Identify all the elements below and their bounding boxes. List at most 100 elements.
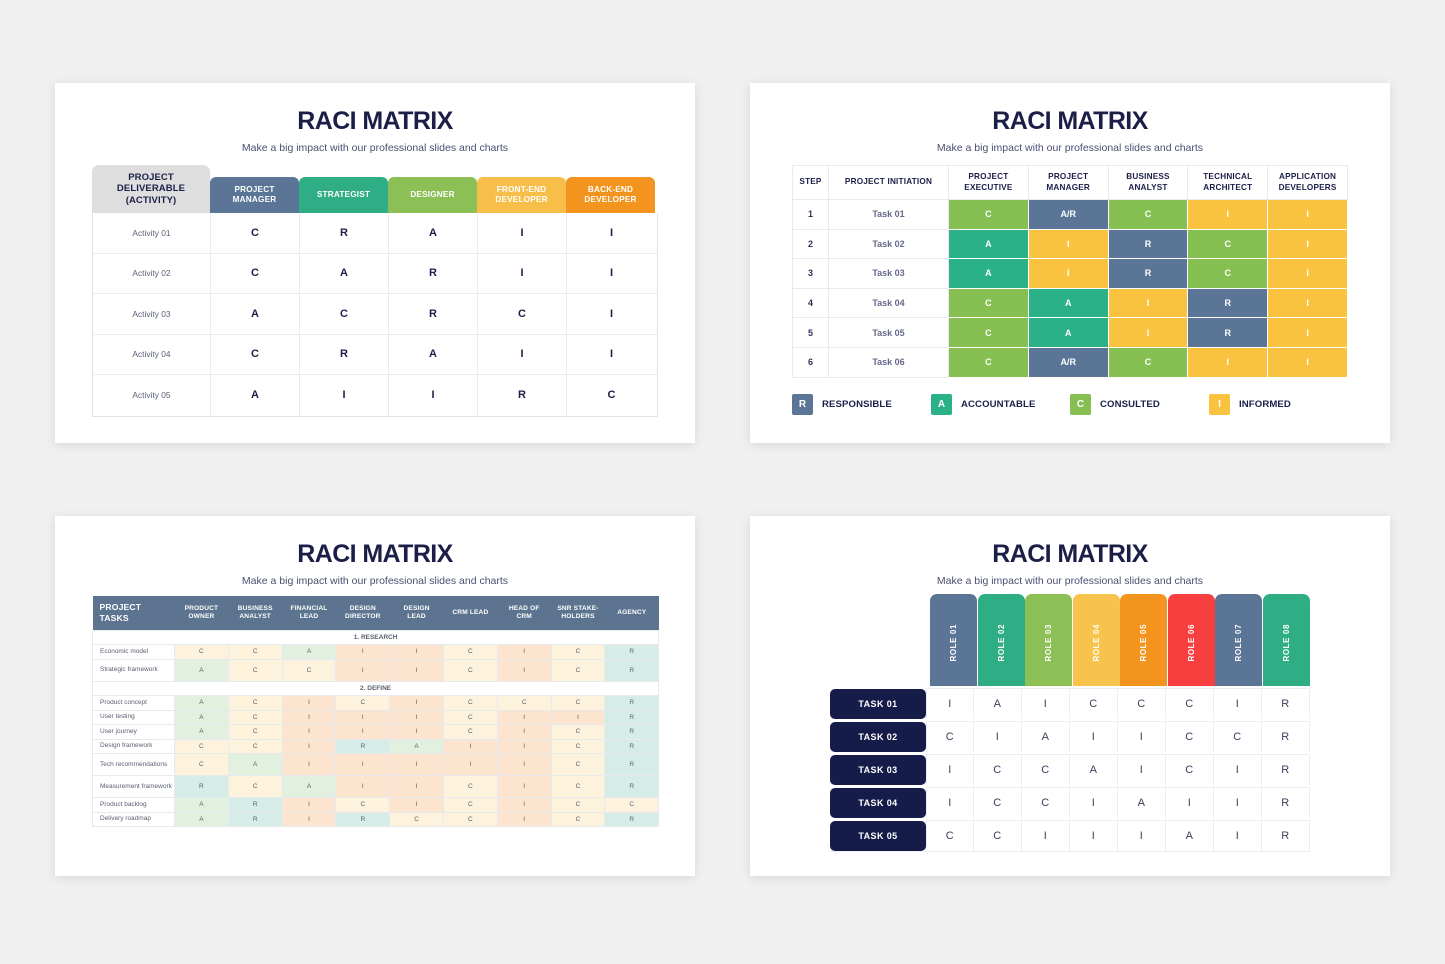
cell-r1-c8: R	[1262, 689, 1310, 719]
column-header-5[interactable]: DESIGN DIRECTOR	[335, 596, 390, 630]
cell-s1-r2-c9: R	[604, 658, 660, 682]
cell-s1-r1-c5: I	[389, 644, 444, 660]
column-header-10[interactable]: AGENCY	[604, 596, 659, 630]
role-header-8[interactable]: ROLE 08	[1262, 594, 1310, 686]
cell-r5-c2: C	[974, 821, 1022, 851]
cell-s2-r6-c2: C	[227, 775, 283, 798]
column-header-3[interactable]: BUSINESS ANALYST	[228, 596, 283, 630]
legend-swatch-c: C	[1070, 393, 1091, 415]
cell-r5-c1: C	[926, 821, 974, 851]
slide-bottom-right[interactable]: RACI MATRIX Make a big impact with our p…	[750, 516, 1390, 876]
cell-r4-c4: R	[1187, 287, 1269, 319]
cell-s2-r4-c5: A	[389, 738, 444, 754]
column-header-6[interactable]: DESIGN LEAD	[389, 596, 444, 630]
cell-s2-r2-c1: A	[174, 709, 229, 725]
step-number: 2	[792, 228, 829, 260]
cell-r1-c3: I	[1022, 689, 1070, 719]
table-row: 4 Task 04 C A I R I	[792, 287, 1348, 319]
column-header-8[interactable]: HEAD OF CRM	[497, 596, 552, 630]
cell-s2-r3-c7: I	[496, 724, 552, 740]
cell-s2-r2-c9: R	[604, 709, 660, 725]
cell-r4-c5: I	[609, 348, 614, 361]
table-header-row: PROJECT DELIVERABLE (ACTIVITY) PROJECT MANA…	[92, 165, 658, 213]
legend-swatch-i: I	[1209, 393, 1230, 415]
cell-s1-r1-c4: I	[335, 644, 391, 660]
column-header-4[interactable]: FINANCIAL LEAD	[282, 596, 336, 630]
role-header-4[interactable]: ROLE 04	[1072, 594, 1120, 686]
page-subtitle: Make a big impact with our professional …	[936, 575, 1204, 587]
cell-r3-c1: I	[926, 755, 974, 785]
cell-s2-r6-c7: I	[496, 775, 552, 798]
cell-r2-c6: C	[1166, 722, 1214, 752]
cell-r1-c7: I	[1214, 689, 1262, 719]
cell-r5-c3: I	[1022, 821, 1070, 851]
cell-r5-c8: R	[1262, 821, 1310, 851]
cell-s2-r2-c3: I	[281, 709, 337, 725]
column-header-4[interactable]: PROJECT MANAGER	[1027, 165, 1109, 200]
row-label: Product concept	[92, 695, 175, 711]
row-label: Activity 02	[93, 253, 211, 293]
raci-table-roles: ROLE 01 ROLE 02 ROLE 03 ROLE 04 ROLE 05 ROLE …	[830, 594, 1310, 852]
cell-s2-r3-c8: C	[550, 724, 606, 740]
role-header-2[interactable]: ROLE 02	[977, 594, 1025, 686]
slide-top-left[interactable]: RACI MATRIX Make a big impact with our p…	[55, 83, 695, 443]
cell-r2-c5: I	[1118, 722, 1166, 752]
row-label: Measurement framework	[92, 775, 175, 798]
column-header-7[interactable]: APPLICATION DEVELOPERS	[1267, 165, 1348, 200]
column-header-1[interactable]: PROJECT MANAGER	[210, 177, 299, 213]
slide-deck-canvas: RACI MATRIX Make a big impact with our p…	[0, 0, 1445, 964]
role-header-3[interactable]: ROLE 03	[1025, 594, 1072, 686]
column-header-7[interactable]: CRM LEAD	[443, 596, 498, 630]
cell-r1-c6: C	[1166, 689, 1214, 719]
column-header-6[interactable]: TECHNICAL ARCHITECT	[1187, 165, 1269, 200]
task-label[interactable]: TASK 05	[830, 820, 926, 851]
task-label[interactable]: TASK 01	[830, 688, 926, 719]
column-header-2[interactable]: PRODUCT OWNER	[174, 596, 229, 630]
column-header-4[interactable]: FRONT-END DEVELOPER	[477, 177, 566, 213]
task-label[interactable]: TASK 04	[830, 787, 926, 818]
column-header-2[interactable]: PROJECT INITIATION	[828, 165, 949, 200]
cell-s2-r7-c1: A	[174, 797, 229, 813]
cell-s2-r6-c3: A	[281, 775, 337, 798]
column-header-2[interactable]: STRATEGIST	[299, 177, 388, 213]
cell-r4-c6: I	[1166, 788, 1214, 818]
column-header-5[interactable]: BACK-END DEVELOPER	[566, 177, 655, 213]
table-row: TASK 04 I C C I A I I R	[830, 787, 1310, 818]
table-row: 3 Task 03 A I R C I	[792, 258, 1348, 289]
task-label[interactable]: TASK 02	[830, 721, 926, 752]
slide-top-right[interactable]: RACI MATRIX Make a big impact with our p…	[750, 83, 1390, 443]
step-number: 4	[792, 287, 829, 319]
cell-s2-r8-c9: R	[604, 811, 660, 827]
table-row: TASK 02 C I A I I C C R	[830, 721, 1310, 752]
row-cells: ICCAICIR	[926, 754, 1310, 785]
cell-r2-c7: C	[1214, 722, 1262, 752]
column-header-9[interactable]: SNR STAKE- HOLDERS	[551, 596, 605, 630]
cell-s2-r7-c6: C	[442, 797, 498, 813]
column-header-1[interactable]: STEP	[792, 165, 829, 200]
cell-s1-r1-c9: R	[604, 644, 660, 660]
column-header-5[interactable]: BUSINESS ANALYST	[1107, 165, 1189, 200]
cell-r2-c3: A	[1022, 722, 1070, 752]
column-header-3[interactable]: PROJECT EXECUTIVE	[948, 165, 1029, 200]
task-name: Task 06	[828, 346, 949, 378]
role-header-5[interactable]: ROLE 05	[1120, 594, 1167, 686]
cell-r5-c2: I	[300, 375, 389, 416]
cell-r5-c1: A	[211, 375, 300, 416]
task-label[interactable]: TASK 03	[830, 754, 926, 785]
table-row: 1 Task 01 C A/R C I I	[792, 199, 1348, 230]
cell-r5-c4: I	[1070, 821, 1118, 851]
role-header-7[interactable]: ROLE 07	[1215, 594, 1262, 686]
table-row: User journey A C I I I C I C R	[92, 724, 660, 740]
cell-s2-r2-c5: I	[389, 709, 444, 725]
column-header-1[interactable]: PROJECT TASKS	[92, 596, 175, 630]
role-header-6[interactable]: ROLE 06	[1167, 594, 1215, 686]
cell-r4-c3: I	[1107, 287, 1189, 319]
role-header-1[interactable]: ROLE 01	[930, 594, 977, 686]
slide-bottom-left[interactable]: RACI MATRIX Make a big impact with our p…	[55, 516, 695, 876]
role-label: ROLE 02	[996, 623, 1006, 662]
cell-s2-r8-c7: I	[496, 811, 552, 827]
cell-s2-r3-c6: C	[442, 724, 498, 740]
column-header-3[interactable]: DESIGNER	[388, 177, 477, 213]
table-header-row: STEP PROJECT INITIATION PROJECT EXECUTIVE PR…	[792, 165, 1348, 200]
cell-s1-r2-c3: C	[281, 658, 337, 682]
